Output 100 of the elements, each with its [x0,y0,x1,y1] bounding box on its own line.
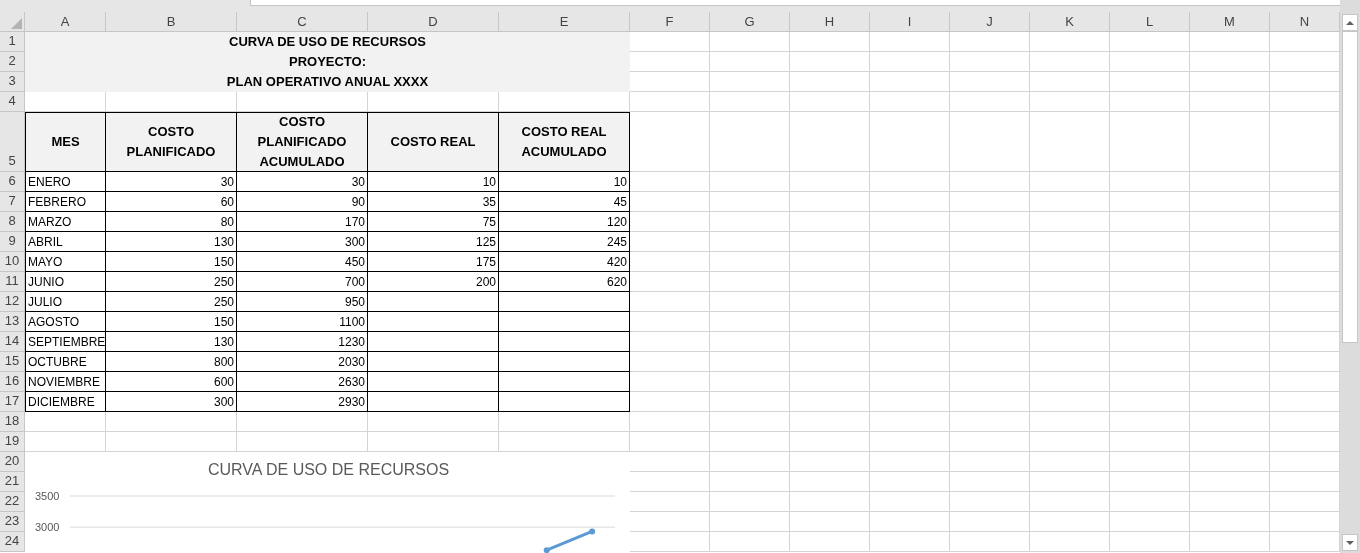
title-cell: PROYECTO: [25,52,630,72]
column-header[interactable]: H [790,12,870,32]
table-cell-text: 170 [344,213,365,231]
table-cell-text: 30 [220,173,234,191]
column-header[interactable]: B [106,12,237,32]
empty-cell[interactable] [368,312,499,332]
table-cell-text: 200 [475,273,496,291]
row-header[interactable]: 17 [0,392,25,412]
empty-cell[interactable] [499,312,630,332]
row-header[interactable]: 2 [0,52,25,72]
chart-title: CURVA DE USO DE RECURSOS [206,460,451,480]
column-header[interactable]: F [630,12,710,32]
column-header[interactable]: K [1030,12,1110,32]
empty-cell[interactable] [499,372,630,392]
row-header[interactable]: 4 [0,92,25,112]
up-arrow-icon [1346,20,1354,25]
table-cell-text: 130 [213,333,234,351]
table-cell-text: 300 [344,233,365,251]
scroll-thumb[interactable] [1342,31,1358,343]
empty-cell[interactable] [499,292,630,312]
empty-cell[interactable] [368,292,499,312]
table-cell-text: 700 [344,273,365,291]
table-cell-text: 150 [213,313,234,331]
table-cell-text: 450 [344,253,365,271]
table-cell-text: 600 [213,373,234,391]
y-axis-label: 3000 [35,521,60,534]
header-cell: COSTO REAL [368,112,499,172]
row-header[interactable]: 18 [0,412,25,432]
vertical-scrollbar[interactable] [1340,0,1360,553]
row-header[interactable]: 9 [0,232,25,252]
row-header[interactable]: 22 [0,492,25,512]
column-header[interactable]: A [25,12,106,32]
table-cell-text: 2930 [338,393,365,411]
table-cell-text: 2630 [338,373,365,391]
row-header[interactable]: 11 [0,272,25,292]
row-header[interactable]: 24 [0,532,25,552]
table-cell-text: JUNIO [28,273,64,291]
column-header[interactable]: I [870,12,950,32]
select-all-triangle-icon[interactable] [11,18,22,29]
column-header[interactable]: D [368,12,499,32]
header-cell: MES [25,112,106,172]
table-cell-text: 620 [606,273,627,291]
table-cell-text: 90 [351,193,365,211]
table-cell-text: 300 [213,393,234,411]
column-header[interactable]: L [1110,12,1190,32]
row-header[interactable]: 5 [0,112,25,172]
row-header[interactable]: 14 [0,332,25,352]
table-cell-text: 120 [606,213,627,231]
row-header[interactable]: 13 [0,312,25,332]
empty-cell[interactable] [368,392,499,412]
scroll-down-button[interactable] [1342,534,1358,551]
y-axis-label: 3500 [35,490,60,502]
row-header[interactable]: 15 [0,352,25,372]
table-cell-text: 175 [475,253,496,271]
table-cell-text: 800 [213,353,234,371]
row-header[interactable]: 12 [0,292,25,312]
table-cell-text: JULIO [28,293,62,311]
empty-cell[interactable] [499,352,630,372]
column-header[interactable]: J [950,12,1030,32]
row-header[interactable]: 16 [0,372,25,392]
row-header[interactable]: 1 [0,32,25,52]
column-header[interactable]: E [499,12,630,32]
table-cell-text: 10 [613,173,627,191]
empty-cell[interactable] [368,352,499,372]
column-header[interactable]: M [1190,12,1270,32]
title-cell: CURVA DE USO DE RECURSOS [25,32,630,52]
row-header[interactable]: 23 [0,512,25,532]
header-cell: COSTO PLANIFICADO ACUMULADO [237,112,368,172]
table-cell-text: 950 [344,293,365,311]
table-cell-text: 30 [351,173,365,191]
column-header[interactable]: G [710,12,790,32]
table-cell-text: AGOSTO [28,313,80,331]
empty-cell[interactable] [368,372,499,392]
table-cell-text: 125 [475,233,496,251]
empty-cell[interactable] [499,392,630,412]
row-header[interactable]: 3 [0,72,25,92]
column-header[interactable]: N [1270,12,1340,32]
table-cell-text: OCTUBRE [28,353,87,371]
table-cell-text: 250 [213,293,234,311]
row-header[interactable]: 6 [0,172,25,192]
data-point [543,547,550,553]
row-header[interactable]: 21 [0,472,25,492]
table-cell-text: FEBRERO [28,193,86,211]
row-header[interactable]: 8 [0,212,25,232]
empty-cell[interactable] [499,332,630,352]
table-cell-text: ABRIL [28,233,63,251]
table-cell-text: NOVIEMBRE [28,373,100,391]
table-cell-text: 130 [213,233,234,251]
scroll-up-button[interactable] [1342,14,1358,31]
empty-cell[interactable] [368,332,499,352]
data-point [589,528,596,535]
column-header[interactable]: C [237,12,368,32]
table-cell-text: 35 [482,193,496,211]
table-cell-text: DICIEMBRE [28,393,95,411]
row-header[interactable]: 10 [0,252,25,272]
row-header[interactable]: 19 [0,432,25,452]
table-cell-text: MARZO [28,213,72,231]
table-cell-text: MAYO [28,253,63,271]
row-header[interactable]: 7 [0,192,25,212]
row-header[interactable]: 20 [0,452,25,472]
